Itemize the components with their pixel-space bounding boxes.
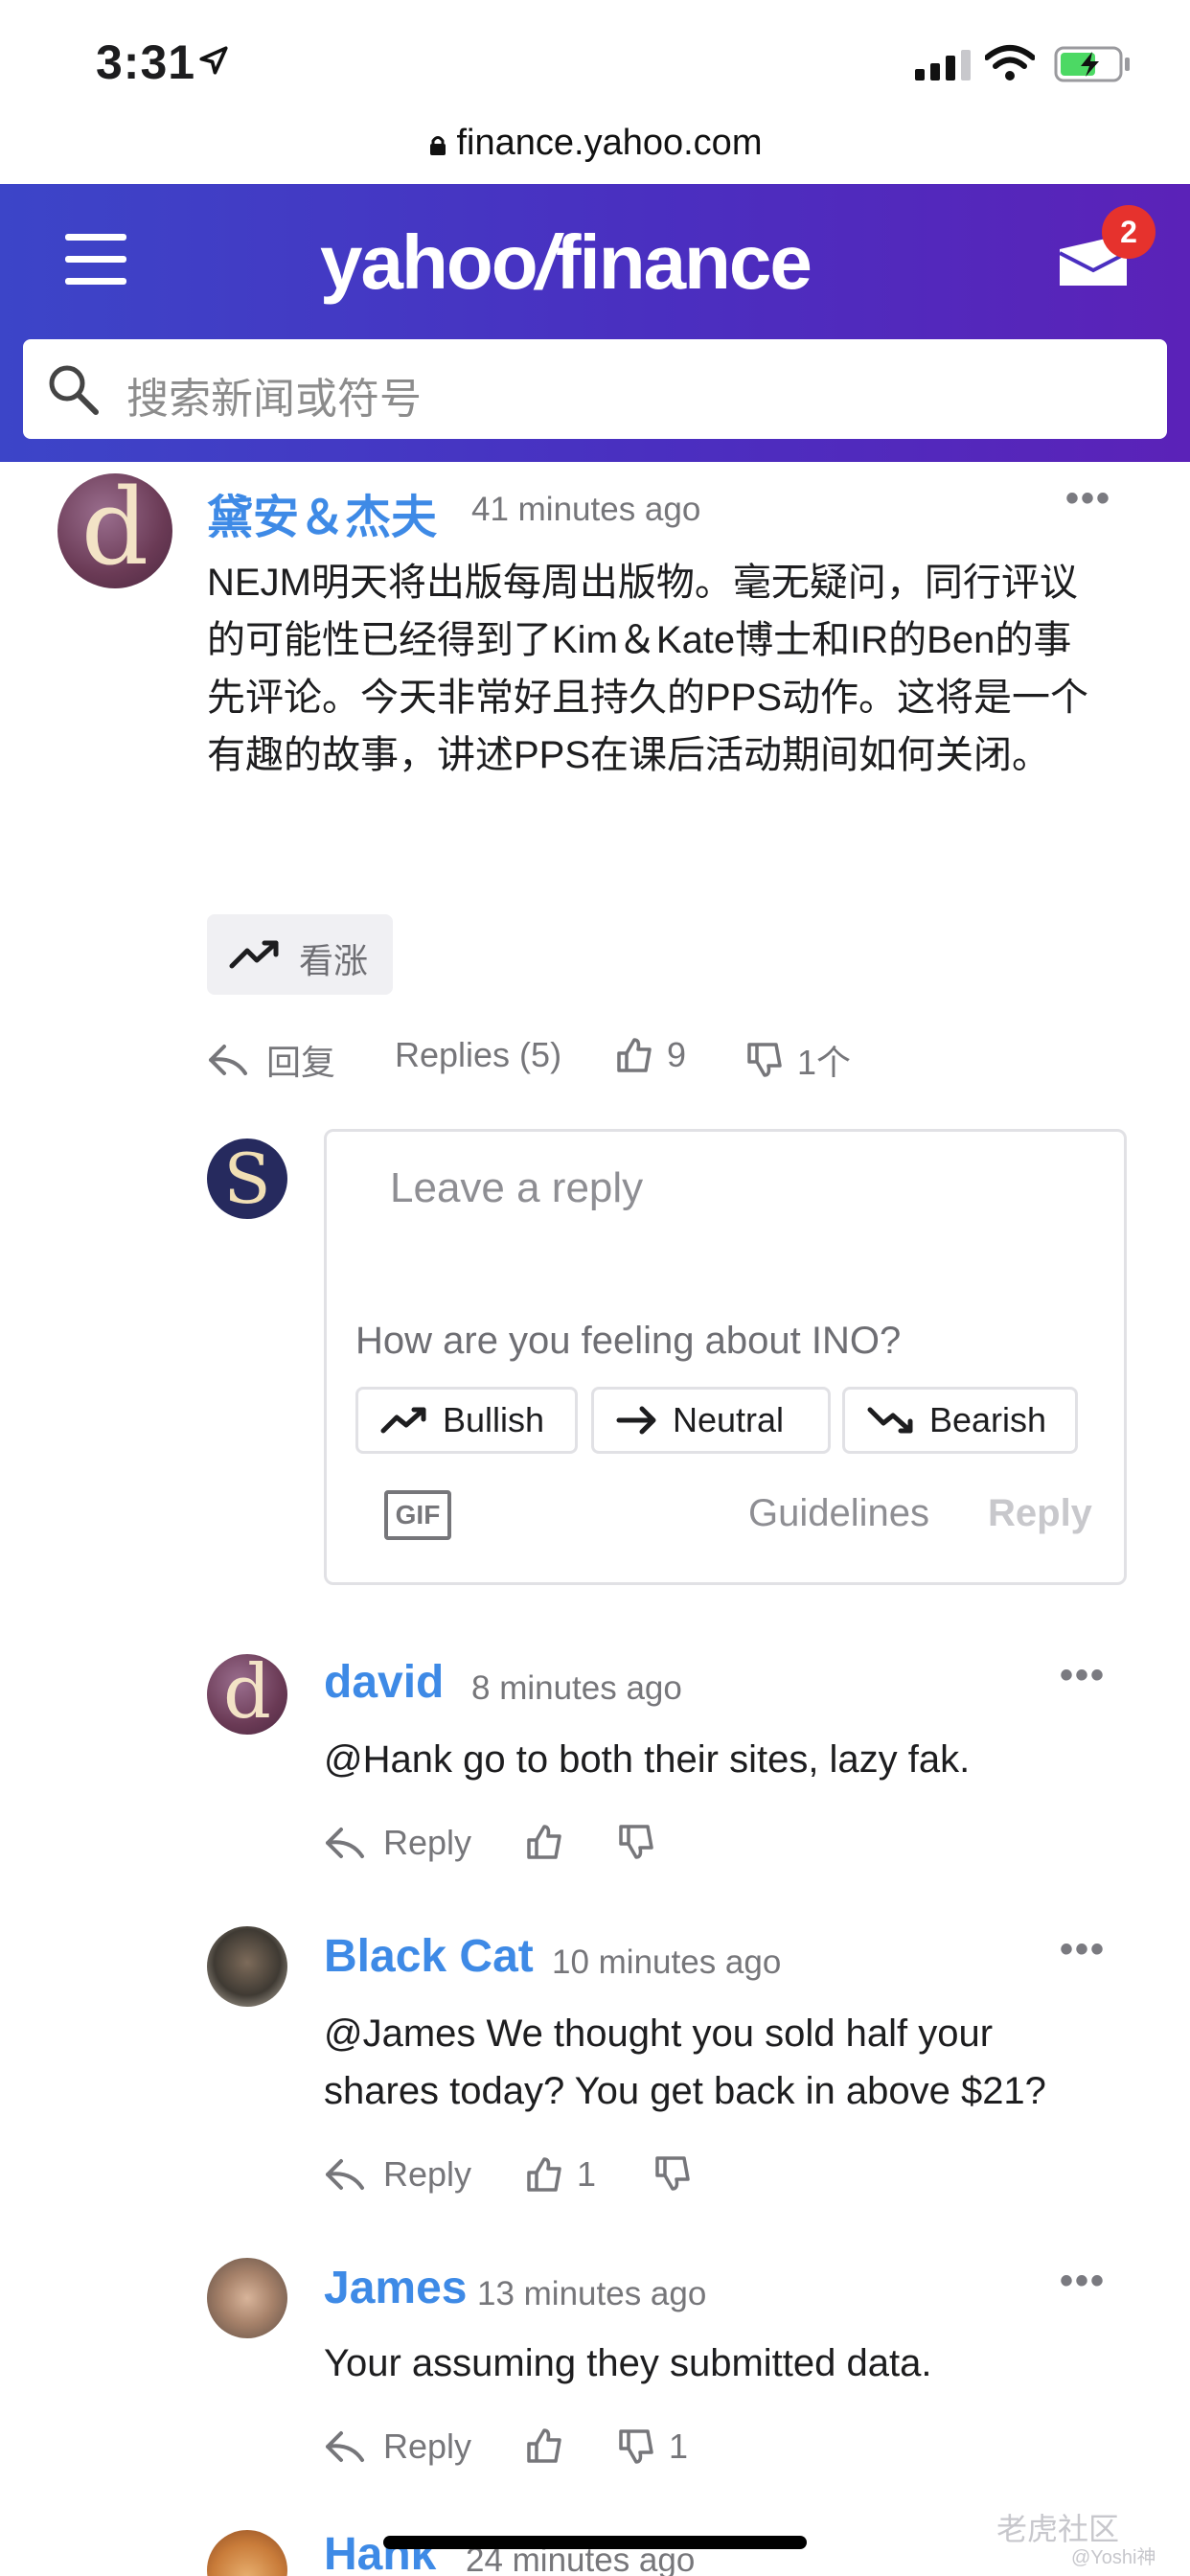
comment-timestamp: 10 minutes ago	[552, 1944, 782, 1981]
comment-text: Your assuming they submitted data.	[324, 2342, 932, 2384]
sentiment-prompt: How are you feeling about INO?	[355, 1320, 902, 1362]
comment-text: @Hank go to both their sites, lazy fak.	[324, 1738, 971, 1781]
thumbs-up-icon	[617, 1038, 652, 1072]
comment-text: @James We thought you sold half your sha…	[324, 2012, 1046, 2112]
status-bar: 3:31	[0, 0, 1190, 125]
replies-count-link[interactable]: Replies (5)	[395, 1035, 561, 1075]
search-placeholder: 搜索新闻或符号	[126, 376, 422, 423]
dislike-action[interactable]: 1	[617, 2426, 688, 2467]
avatar[interactable]: d	[207, 1654, 287, 1735]
neutral-button[interactable]: Neutral	[591, 1387, 831, 1454]
trending-down-icon	[867, 1407, 913, 1434]
lock-icon	[429, 136, 446, 155]
battery-icon	[1054, 46, 1130, 82]
avatar[interactable]	[207, 2530, 287, 2576]
thumbs-down-icon	[747, 1043, 782, 1077]
reply-icon	[209, 1045, 247, 1075]
like-action[interactable]: 9	[615, 1035, 686, 1075]
mail-count-badge: 2	[1102, 205, 1156, 259]
comment-text: NEJM明天将出版每周出版物。毫无疑问，同行评议的可能性已经得到了Kim＆Kat…	[207, 562, 1089, 776]
reply-icon	[326, 2431, 364, 2462]
comment-timestamp: 13 minutes ago	[477, 2275, 707, 2312]
like-action[interactable]	[525, 2426, 563, 2465]
yahoo-finance-logo[interactable]: yahoo/finance	[320, 218, 812, 307]
comment-author[interactable]: david	[324, 1656, 444, 1709]
search-bar[interactable]: 搜索新闻或符号	[23, 339, 1167, 439]
yahoo-finance-header: yahoo/finance 搜索新闻或符号	[0, 184, 1190, 462]
thumbs-down-icon	[655, 2156, 690, 2191]
reply-action[interactable]: 回复	[207, 1035, 335, 1085]
reply-input[interactable]: Leave a reply	[390, 1164, 643, 1212]
thumbs-down-icon	[619, 2429, 653, 2464]
dislike-action[interactable]	[617, 1823, 655, 1861]
reply-icon	[326, 1828, 364, 1858]
reply-icon	[326, 2159, 364, 2190]
sentiment-badge: 看涨	[207, 914, 393, 995]
reply-action[interactable]: Reply	[324, 2154, 471, 2195]
comment-author[interactable]: Black Cat	[324, 1930, 534, 1983]
bullish-button[interactable]: Bullish	[355, 1387, 578, 1454]
more-options-icon[interactable]: •••	[1060, 1654, 1106, 1697]
reply-submit-button[interactable]: Reply	[988, 1492, 1092, 1535]
thumbs-down-icon	[619, 1825, 653, 1859]
avatar[interactable]	[207, 1926, 287, 2007]
avatar[interactable]	[207, 2258, 287, 2338]
hamburger-menu-icon[interactable]	[65, 234, 126, 286]
gif-button[interactable]: GIF	[384, 1490, 451, 1540]
search-icon	[49, 365, 99, 415]
dislike-action[interactable]	[653, 2154, 692, 2193]
reply-composer: Leave a reply How are you feeling about …	[324, 1129, 1127, 1585]
url-text: finance.yahoo.com	[456, 123, 763, 163]
wifi-icon	[985, 45, 1035, 80]
avatar[interactable]: S	[207, 1138, 287, 1219]
status-time: 3:31	[96, 35, 196, 89]
thumbs-up-icon	[527, 2157, 561, 2192]
like-action[interactable]: 1	[525, 2154, 596, 2195]
thumbs-up-icon	[527, 1825, 561, 1859]
arrow-right-icon	[616, 1406, 656, 1435]
location-arrow-icon	[199, 46, 228, 75]
trending-up-icon	[229, 940, 279, 969]
bearish-button[interactable]: Bearish	[842, 1387, 1078, 1454]
avatar[interactable]: d	[57, 473, 172, 588]
reply-action[interactable]: Reply	[324, 1823, 471, 1863]
comment-timestamp: 8 minutes ago	[471, 1669, 682, 1707]
watermark-user: @Yoshi神	[1071, 2547, 1156, 2568]
comment-author[interactable]: James	[324, 2262, 467, 2314]
comment-author[interactable]: 黛安＆杰夫	[207, 479, 437, 546]
more-options-icon[interactable]: •••	[1060, 2260, 1106, 2303]
home-indicator[interactable]	[383, 2536, 807, 2549]
comment-timestamp: 41 minutes ago	[471, 491, 701, 528]
like-action[interactable]	[525, 1823, 563, 1861]
browser-url-bar[interactable]: finance.yahoo.com	[0, 123, 1190, 164]
trending-up-icon	[380, 1407, 426, 1434]
more-options-icon[interactable]: •••	[1065, 477, 1111, 520]
cellular-signal-icon	[915, 50, 971, 80]
guidelines-link[interactable]: Guidelines	[748, 1492, 929, 1535]
more-options-icon[interactable]: •••	[1060, 1928, 1106, 1971]
reply-action[interactable]: Reply	[324, 2426, 471, 2467]
dislike-action[interactable]: 1个	[745, 1035, 851, 1085]
thumbs-up-icon	[527, 2428, 561, 2463]
